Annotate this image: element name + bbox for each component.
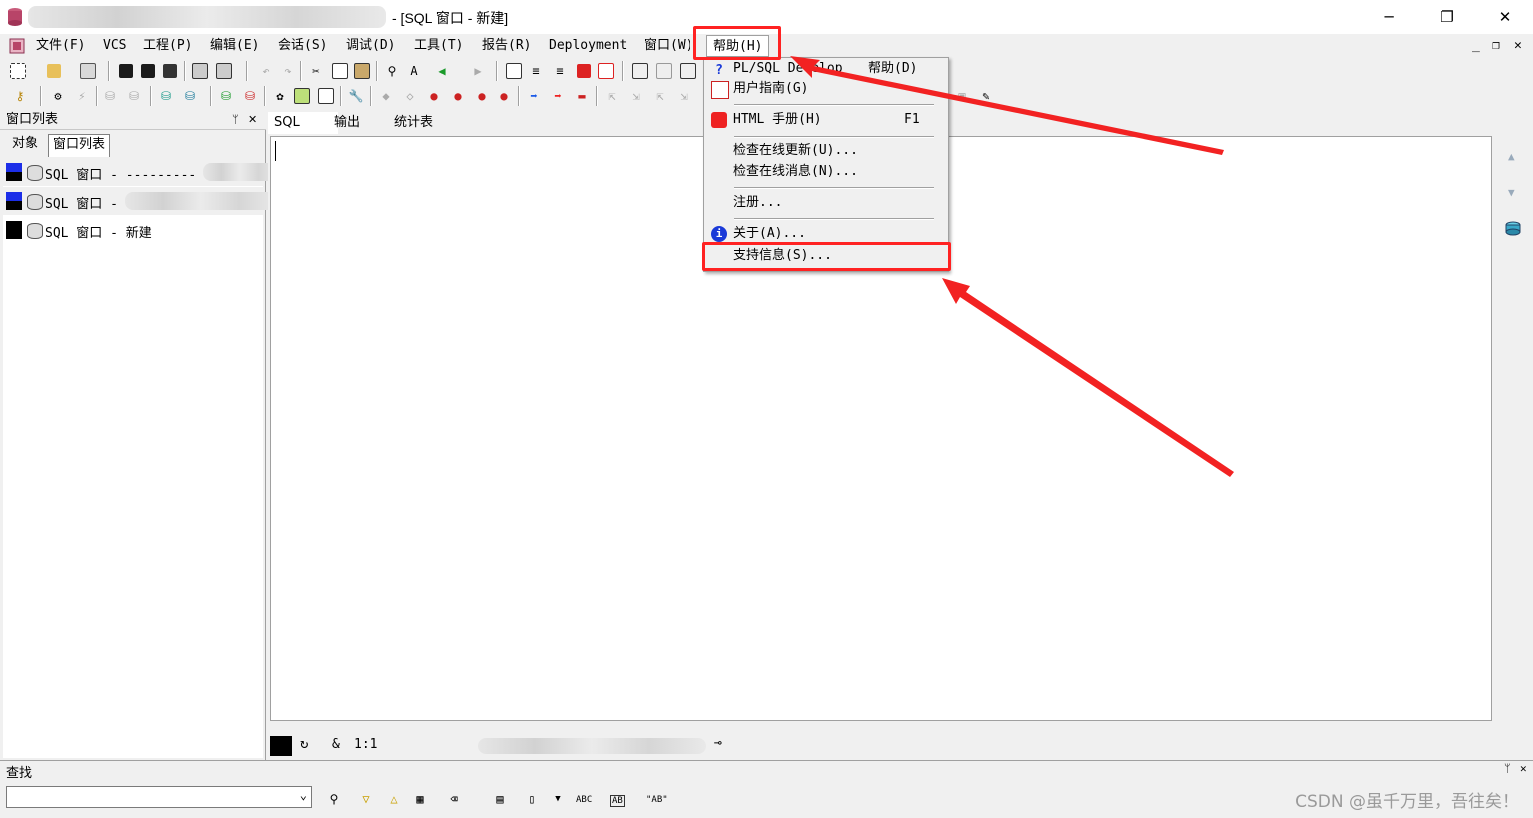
arrow-to-support-info	[942, 278, 1234, 477]
arrow-to-help-menu	[790, 56, 1224, 155]
annotation-arrows	[790, 56, 1234, 477]
csdn-watermark: CSDN @虽千万里，吾往矣！	[1295, 792, 1519, 812]
